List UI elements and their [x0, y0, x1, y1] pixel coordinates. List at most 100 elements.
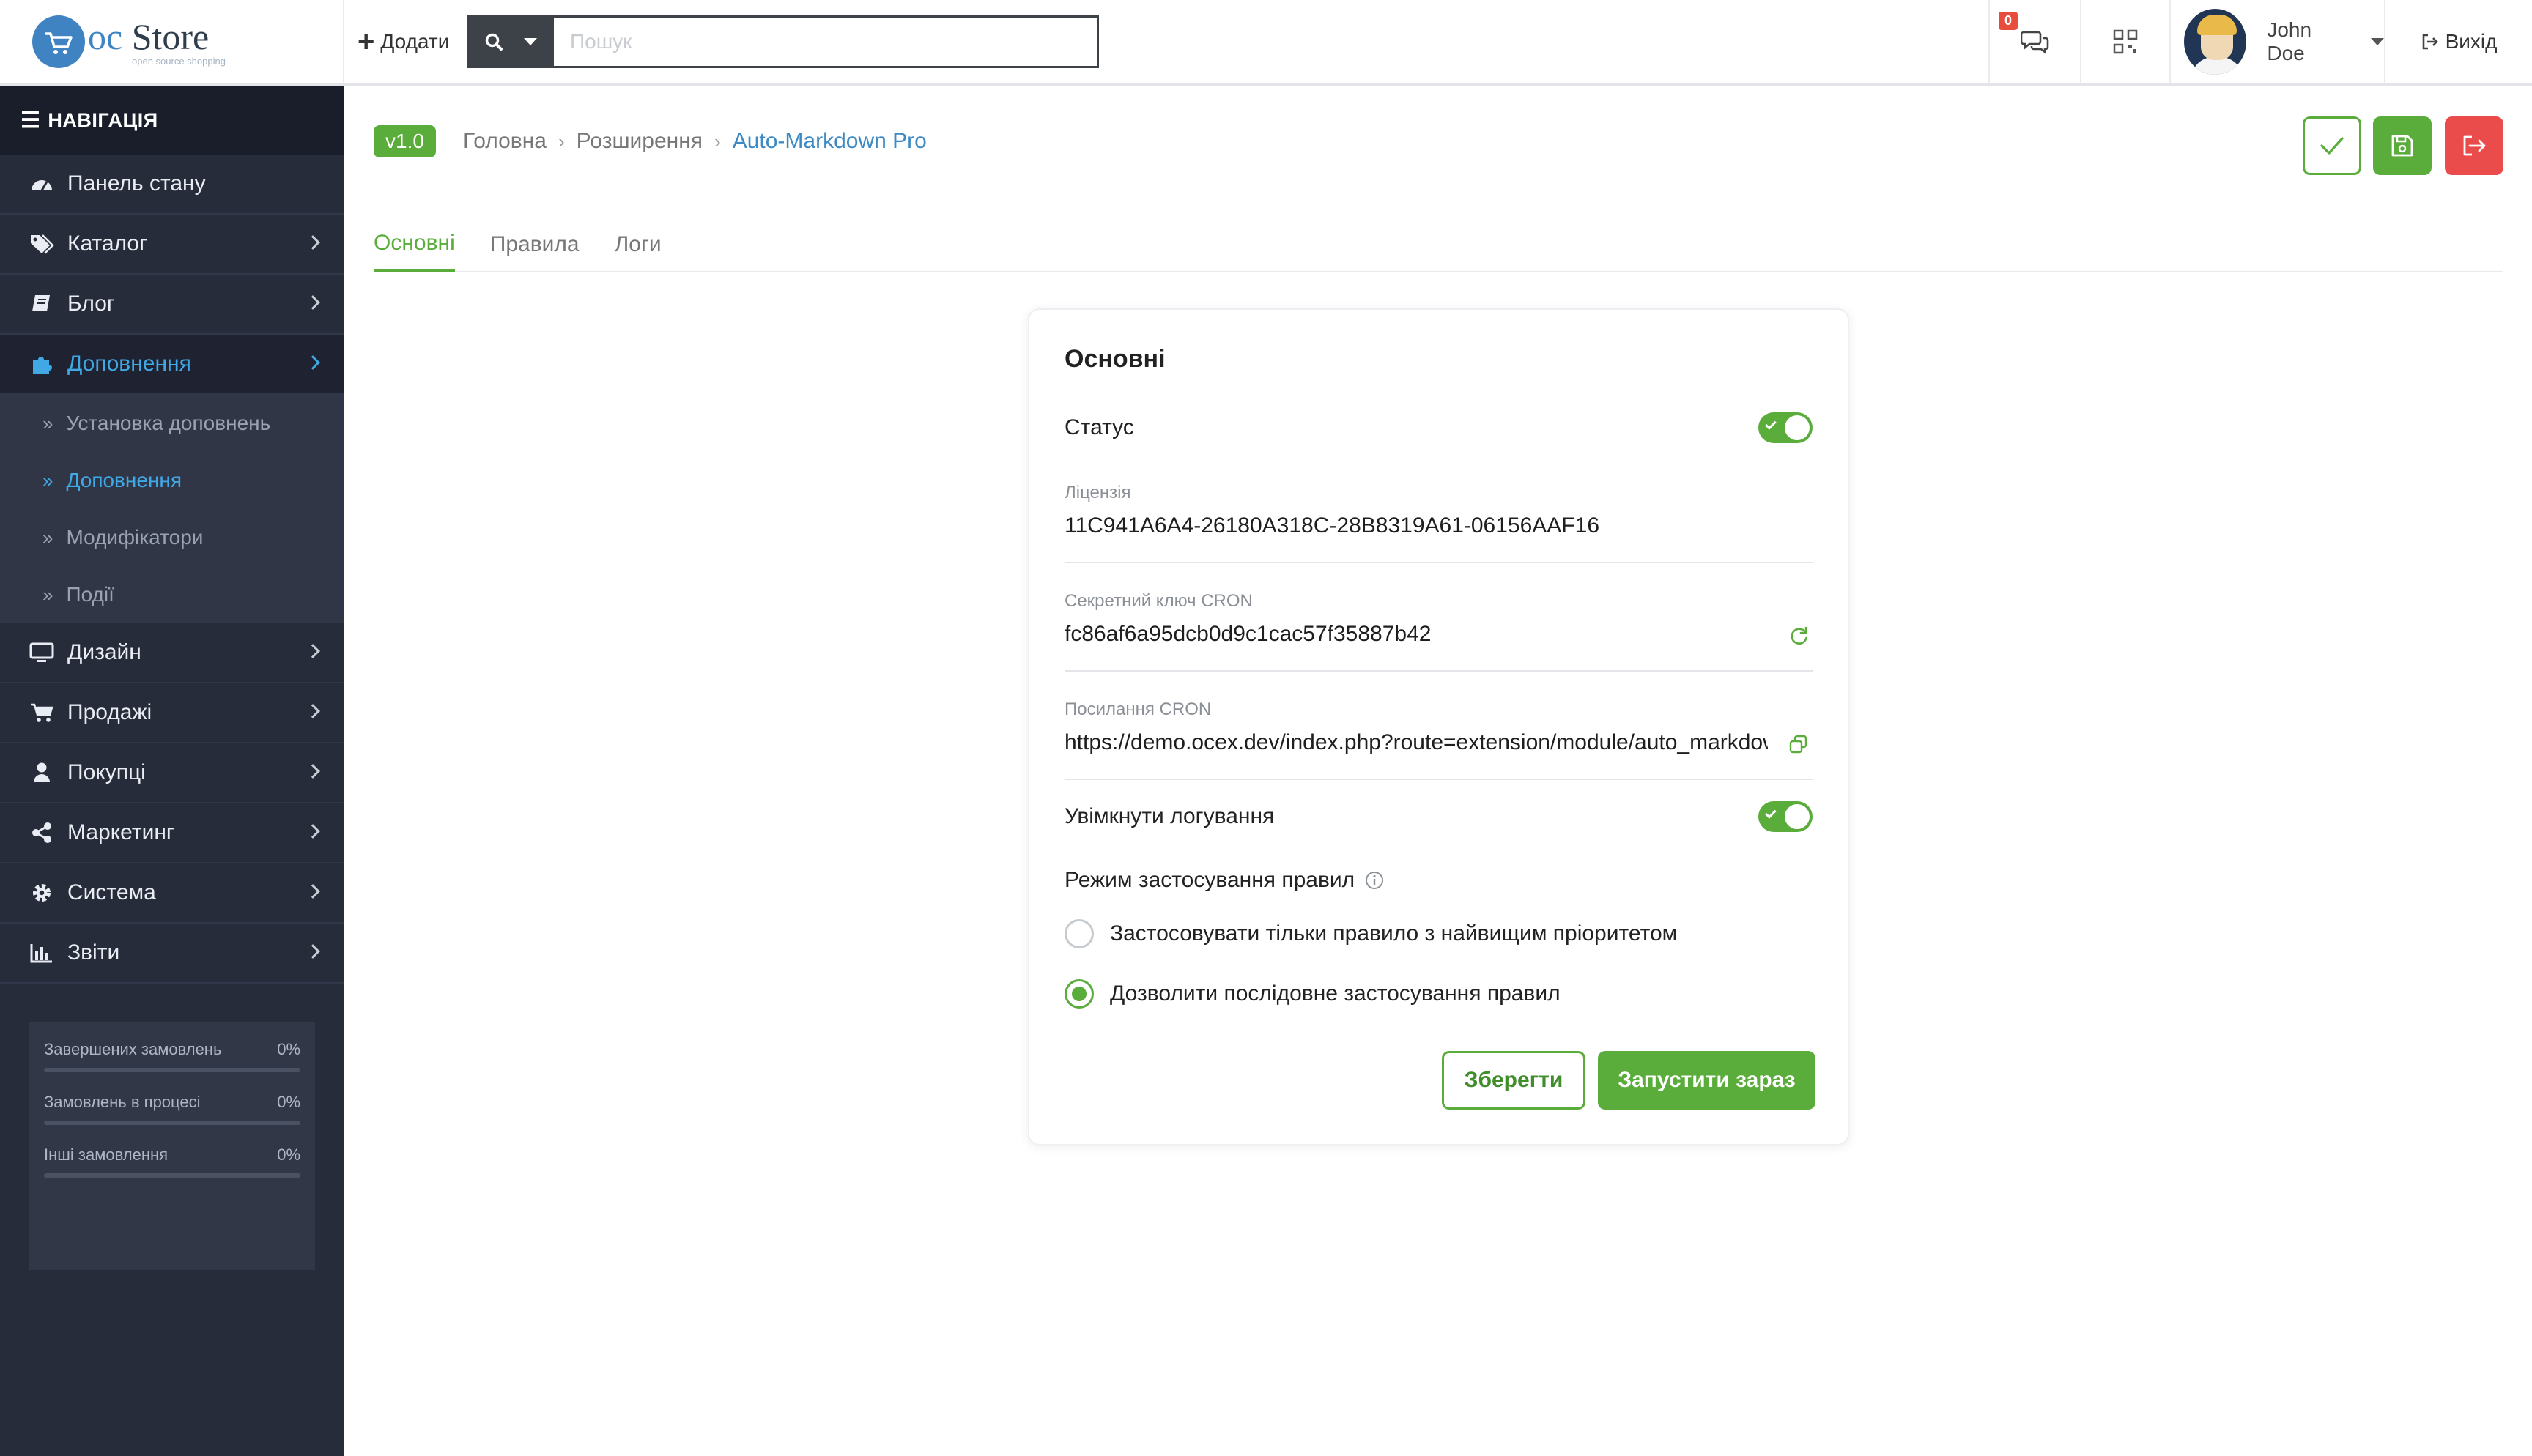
breadcrumb-current[interactable]: Auto-Markdown Pro	[733, 129, 927, 154]
bars-icon: ☰	[21, 108, 41, 133]
search-input[interactable]	[554, 15, 1099, 68]
save-button[interactable]: Зберегти	[1442, 1051, 1585, 1110]
chevron-right-icon	[306, 355, 320, 370]
sidebar-item-catalog[interactable]: Каталог	[0, 215, 344, 275]
chevron-right-icon	[306, 644, 320, 658]
sidebar-item-label: Дизайн	[67, 640, 141, 664]
user-menu[interactable]: John Doe	[2169, 0, 2384, 83]
search-bar	[467, 15, 1099, 68]
sidebar-subitem-label: Доповнення	[66, 469, 182, 491]
save-top-button[interactable]	[2373, 116, 2432, 175]
double-chevron-icon: »	[42, 412, 53, 434]
stat-value: 0%	[277, 1093, 300, 1111]
status-toggle[interactable]	[1758, 412, 1813, 443]
bar-chart-icon	[28, 939, 56, 967]
radio-label: Застосовувати тільки правило з найвищим …	[1110, 921, 1678, 946]
double-chevron-icon: »	[42, 469, 53, 491]
cron-url-input[interactable]: https://demo.ocex.dev/index.php?route=ex…	[1065, 730, 1768, 755]
sidebar-item-customers[interactable]: Покупці	[0, 743, 344, 803]
logo[interactable]: oc Store open source shopping	[0, 0, 344, 83]
chevron-right-icon	[306, 944, 320, 959]
sidebar-item-label: Звіти	[67, 940, 120, 965]
progress-bar	[44, 1173, 300, 1178]
book-icon	[28, 290, 56, 318]
sidebar-item-dashboard[interactable]: Панель стану	[0, 155, 344, 215]
sidebar-subitem-extensions[interactable]: » Доповнення	[0, 452, 344, 509]
sidebar-subitem-label: Установка доповнень	[66, 412, 271, 434]
license-label: Ліцензія	[1065, 483, 1131, 502]
user-icon	[28, 759, 56, 787]
chevron-down-icon	[2371, 38, 2384, 45]
chevron-down-icon	[524, 38, 537, 45]
sidebar-item-label: Покупці	[67, 760, 146, 784]
sidebar-item-sales[interactable]: Продажі	[0, 683, 344, 743]
chevron-right-icon	[306, 295, 320, 310]
logout-label: Вихід	[2445, 30, 2498, 53]
add-button[interactable]: + Додати	[358, 25, 449, 59]
mode-option-sequential[interactable]: Дозволити послідовне застосування правил	[1065, 979, 1561, 1009]
logout-button[interactable]: Вихід	[2384, 0, 2532, 83]
sidebar-item-system[interactable]: Система	[0, 863, 344, 924]
sidebar-subitem-events[interactable]: » Події	[0, 566, 344, 623]
sidebar-item-label: Каталог	[67, 231, 148, 256]
copy-icon[interactable]	[1788, 733, 1810, 759]
double-chevron-icon: »	[42, 583, 53, 606]
sidebar-subitem-label: Події	[66, 583, 114, 606]
mode-option-highest[interactable]: Застосовувати тільки правило з найвищим …	[1065, 919, 1677, 948]
cron-key-input[interactable]: fc86af6a95dcb0d9c1cac57f35887b42	[1065, 622, 1768, 647]
logging-label: Увімкнути логування	[1065, 804, 1275, 828]
cron-url-field: Посилання CRON https://demo.ocex.dev/ind…	[1065, 699, 1813, 780]
tab-bar: Основні Правила Логи	[374, 217, 2503, 272]
tab-general[interactable]: Основні	[374, 217, 455, 272]
sidebar-item-marketing[interactable]: Маркетинг	[0, 803, 344, 863]
chevron-right-icon	[306, 764, 320, 779]
radio-button[interactable]	[1065, 919, 1094, 948]
order-stats: Завершених замовлень 0% Замовлень в проце…	[29, 1022, 315, 1270]
stat-value: 0%	[277, 1040, 300, 1058]
license-input[interactable]: 11C941A6A4-26180A318C-28B8319A61-06156AA…	[1065, 513, 1768, 538]
breadcrumb-extensions[interactable]: Розширення	[577, 129, 703, 154]
chevron-right-icon	[306, 704, 320, 718]
logging-toggle[interactable]	[1758, 801, 1813, 832]
status-label: Статус	[1065, 415, 1134, 439]
logo-tagline: open source shopping	[132, 55, 226, 67]
sidebar-item-reports[interactable]: Звіти	[0, 924, 344, 984]
settings-card: Основні Статус Ліцензія 11C941A6A4-26180…	[1028, 308, 1849, 1145]
add-button-label: Додати	[380, 30, 450, 53]
card-title: Основні	[1065, 345, 1166, 373]
stat-processing: Замовлень в процесі 0%	[44, 1093, 300, 1125]
sidebar-item-label: Система	[67, 880, 156, 905]
back-button[interactable]	[2445, 116, 2503, 175]
apply-button[interactable]	[2303, 116, 2361, 175]
tab-rules[interactable]: Правила	[490, 217, 580, 272]
search-type-button[interactable]	[467, 15, 554, 68]
radio-button[interactable]	[1065, 979, 1094, 1009]
tab-logs[interactable]: Логи	[615, 217, 662, 272]
double-chevron-icon: »	[42, 526, 53, 549]
breadcrumb-home[interactable]: Головна	[463, 129, 547, 154]
refresh-icon[interactable]	[1788, 625, 1810, 650]
sidebar-item-design[interactable]: Дизайн	[0, 623, 344, 683]
run-now-button[interactable]: Запустити зараз	[1598, 1051, 1815, 1110]
sidebar-subitem-label: Модифікатори	[66, 526, 204, 549]
mode-row: Режим застосування правил	[1065, 868, 1813, 893]
sidebar-subitem-modifications[interactable]: » Модифікатори	[0, 509, 344, 566]
info-icon[interactable]	[1365, 871, 1384, 890]
chevron-right-icon	[306, 235, 320, 250]
mode-label: Режим застосування правил	[1065, 868, 1355, 892]
logging-row: Увімкнути логування	[1065, 801, 1813, 832]
sidebar-submenu: » Установка доповнень » Доповнення » Мод…	[0, 395, 344, 623]
cron-key-label: Секретний ключ CRON	[1065, 591, 1253, 611]
sidebar-item-extensions[interactable]: Доповнення	[0, 335, 344, 395]
version-badge: v1.0	[374, 125, 436, 157]
chevron-right-icon	[306, 884, 320, 899]
stat-other: Інші замовлення 0%	[44, 1145, 300, 1178]
nav-header[interactable]: ☰ НАВІГАЦІЯ	[0, 86, 344, 155]
qr-button[interactable]	[2080, 0, 2169, 83]
sign-out-icon	[2463, 135, 2486, 156]
comments-icon	[2020, 31, 2048, 54]
sidebar-subitem-install[interactable]: » Установка доповнень	[0, 395, 344, 452]
stat-label: Завершених замовлень	[44, 1040, 222, 1058]
sidebar-item-blog[interactable]: Блог	[0, 275, 344, 335]
progress-bar	[44, 1068, 300, 1072]
